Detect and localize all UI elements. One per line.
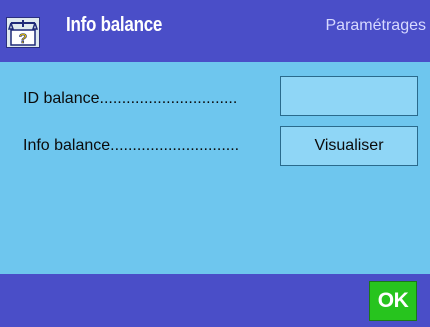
page-title: Info balance <box>66 14 163 36</box>
footer-bar: OK <box>0 274 430 327</box>
settings-panel: ID balance..............................… <box>0 62 430 274</box>
balance-info-icon: ? <box>6 17 40 48</box>
view-button[interactable]: Visualiser <box>280 126 418 166</box>
breadcrumb: Paramétrages <box>325 17 427 34</box>
svg-text:?: ? <box>19 30 28 46</box>
title-bar: ? Info balance Paramétrages <box>0 0 430 62</box>
balance-id-button[interactable] <box>280 76 418 116</box>
balance-id-label: ID balance..............................… <box>23 90 238 107</box>
ok-button[interactable]: OK <box>369 281 417 321</box>
balance-settings-screen: ? Info balance Paramétrages ID balance..… <box>0 0 430 327</box>
balance-info-label: Info balance............................… <box>23 137 240 154</box>
